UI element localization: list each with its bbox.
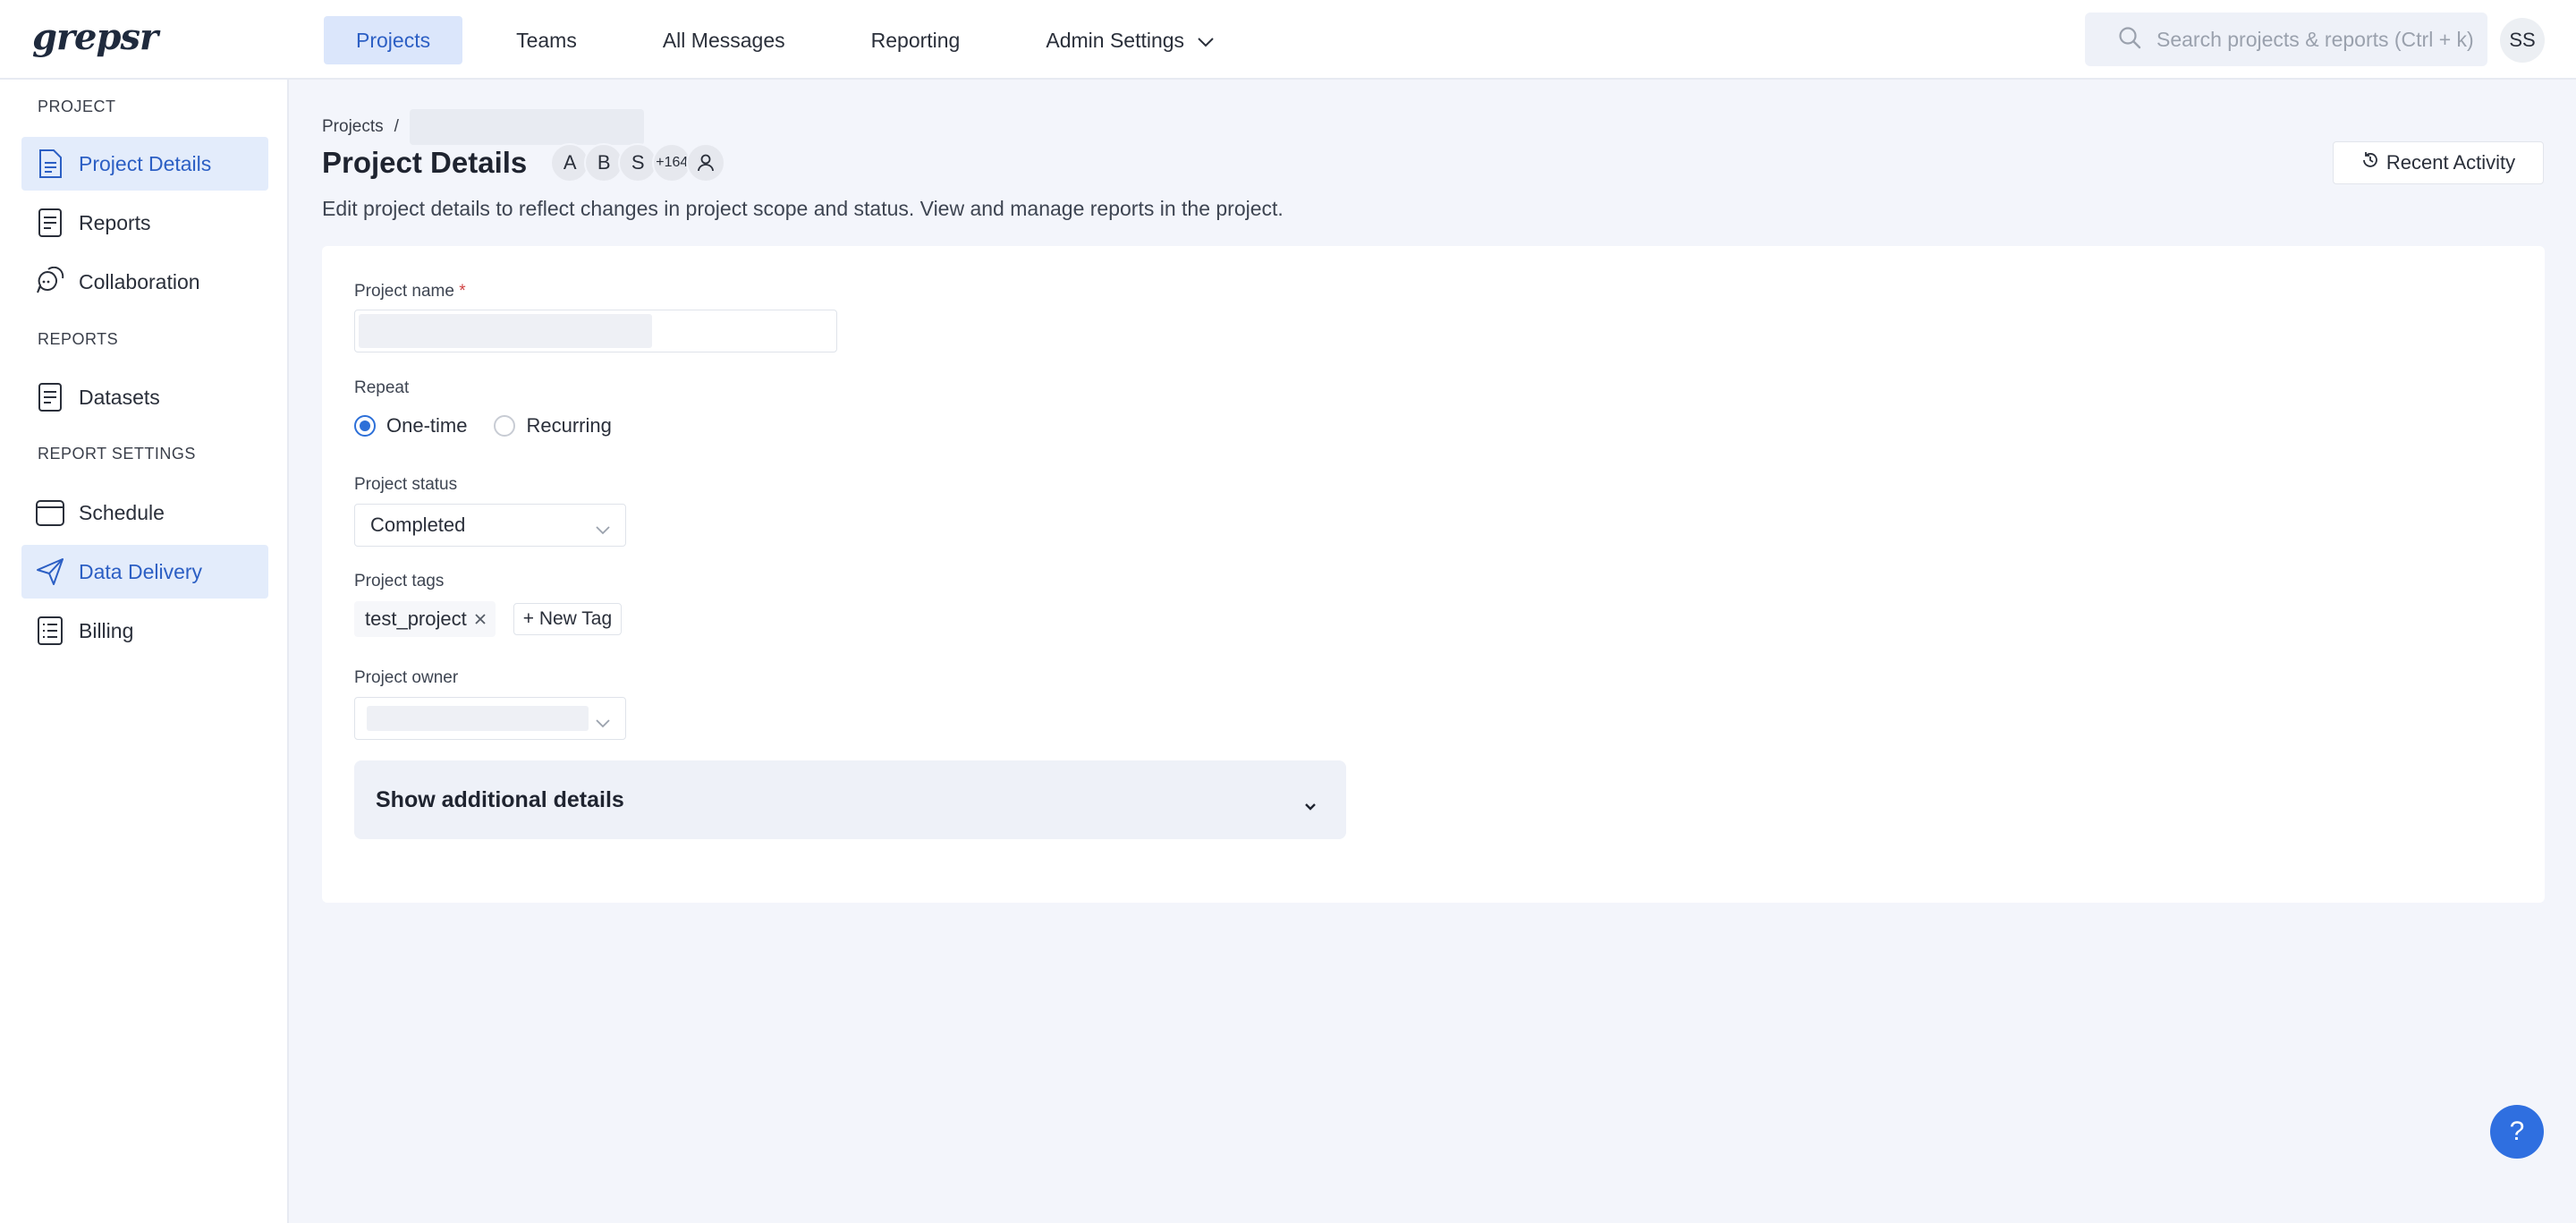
project-status-value: Completed — [370, 514, 466, 536]
new-tag-button[interactable]: + New Tag — [513, 603, 623, 635]
calendar-icon — [34, 497, 66, 529]
nav-projects-label: Projects — [356, 28, 431, 52]
repeat-label: Repeat — [354, 378, 410, 397]
chat-bubbles-icon — [34, 266, 66, 298]
sidebar-item-project-details[interactable]: Project Details — [21, 137, 268, 191]
search-icon — [2117, 25, 2142, 55]
repeat-recurring-label: Recurring — [526, 414, 612, 437]
top-bar: grepsr Projects Teams All Messages Repor… — [0, 0, 2576, 80]
breadcrumb-current-redacted — [409, 109, 644, 145]
user-avatar[interactable]: SS — [2500, 18, 2545, 63]
dataset-icon — [34, 381, 66, 413]
sidebar-item-collaboration[interactable]: Collaboration — [21, 255, 268, 309]
sidebar: PROJECT Project Details Reports Collabor… — [0, 80, 289, 1223]
project-name-label: Project name * — [354, 282, 466, 302]
tag-label: test_project — [365, 607, 467, 630]
repeat-recurring-radio[interactable]: Recurring — [494, 414, 612, 437]
nav-teams-label: Teams — [516, 28, 577, 52]
page-description: Edit project details to reflect changes … — [322, 197, 1284, 220]
chevron-down-icon — [1197, 29, 1215, 53]
project-status-select[interactable]: Completed — [354, 504, 626, 547]
title-row: Project Details A B S +164 — [322, 143, 726, 183]
nav-all-messages[interactable]: All Messages — [631, 16, 818, 64]
chevron-down-icon — [595, 710, 611, 734]
recent-activity-label: Recent Activity — [2385, 151, 2516, 174]
chevron-down-icon — [1303, 793, 1318, 819]
billing-list-icon — [34, 615, 66, 647]
nav-all-messages-label: All Messages — [662, 28, 785, 52]
nav-projects[interactable]: Projects — [324, 16, 463, 64]
breadcrumb-projects-link[interactable]: Projects — [322, 117, 384, 137]
sidebar-section-project: PROJECT — [38, 98, 116, 115]
nav-reporting[interactable]: Reporting — [839, 16, 993, 64]
project-name-label-text: Project name — [354, 282, 454, 301]
sidebar-item-label: Schedule — [79, 500, 165, 524]
sidebar-item-label: Reports — [79, 210, 151, 234]
history-icon — [2361, 151, 2386, 174]
sidebar-item-label: Collaboration — [79, 269, 200, 293]
logo[interactable]: grepsr — [32, 16, 158, 58]
sidebar-section-reports: REPORTS — [38, 330, 119, 348]
sidebar-item-label: Datasets — [79, 385, 160, 409]
document-icon — [34, 148, 66, 180]
project-owner-select[interactable] — [354, 697, 626, 740]
project-name-redacted — [359, 314, 652, 348]
show-additional-details-label: Show additional details — [376, 786, 624, 812]
radio-unchecked-icon — [494, 415, 516, 437]
project-tags-label: Project tags — [354, 572, 445, 590]
tag-chip: test_project — [354, 601, 496, 637]
project-owner-label: Project owner — [354, 668, 459, 687]
sidebar-item-label: Billing — [79, 618, 134, 642]
radio-checked-icon — [354, 415, 376, 437]
sidebar-item-schedule[interactable]: Schedule — [21, 486, 268, 539]
project-status-label: Project status — [354, 475, 458, 494]
repeat-one-time-label: One-time — [386, 414, 468, 437]
sidebar-item-label: Data Delivery — [79, 559, 203, 583]
report-icon — [34, 207, 66, 239]
nav-admin-settings[interactable]: Admin Settings — [1013, 16, 1247, 64]
required-mark: * — [459, 282, 466, 301]
search-input[interactable] — [2157, 27, 2479, 52]
project-owner-redacted — [367, 706, 589, 731]
sidebar-item-data-delivery[interactable]: Data Delivery — [21, 545, 268, 599]
breadcrumb: Projects / — [322, 109, 644, 145]
nav-teams[interactable]: Teams — [484, 16, 609, 64]
project-details-card: Project name * Repeat One-time Recurring… — [322, 246, 2545, 903]
add-member-icon[interactable] — [686, 143, 726, 183]
project-tags: test_project + New Tag — [354, 601, 623, 637]
paper-plane-icon — [34, 556, 66, 588]
sidebar-item-label: Project Details — [79, 151, 212, 175]
close-icon[interactable] — [474, 607, 487, 631]
search-box[interactable] — [2085, 13, 2487, 66]
recent-activity-button[interactable]: Recent Activity — [2333, 141, 2544, 184]
sidebar-item-reports[interactable]: Reports — [21, 196, 268, 250]
chevron-down-icon — [595, 517, 611, 540]
project-name-input[interactable] — [354, 310, 837, 352]
member-avatars[interactable]: A B S +164 — [550, 143, 726, 183]
main-nav: Projects Teams All Messages Reporting Ad… — [324, 16, 1268, 64]
sidebar-section-report-settings: REPORT SETTINGS — [38, 445, 196, 463]
breadcrumb-separator: / — [394, 117, 399, 136]
repeat-radio-group: One-time Recurring — [354, 414, 639, 437]
nav-admin-settings-label: Admin Settings — [1046, 28, 1185, 52]
help-button[interactable]: ? — [2490, 1105, 2544, 1159]
show-additional-details-toggle[interactable]: Show additional details — [354, 760, 1346, 839]
sidebar-item-datasets[interactable]: Datasets — [21, 370, 268, 424]
nav-reporting-label: Reporting — [870, 28, 961, 52]
sidebar-item-billing[interactable]: Billing — [21, 604, 268, 658]
page-title: Project Details — [322, 146, 528, 179]
repeat-one-time-radio[interactable]: One-time — [354, 414, 467, 437]
